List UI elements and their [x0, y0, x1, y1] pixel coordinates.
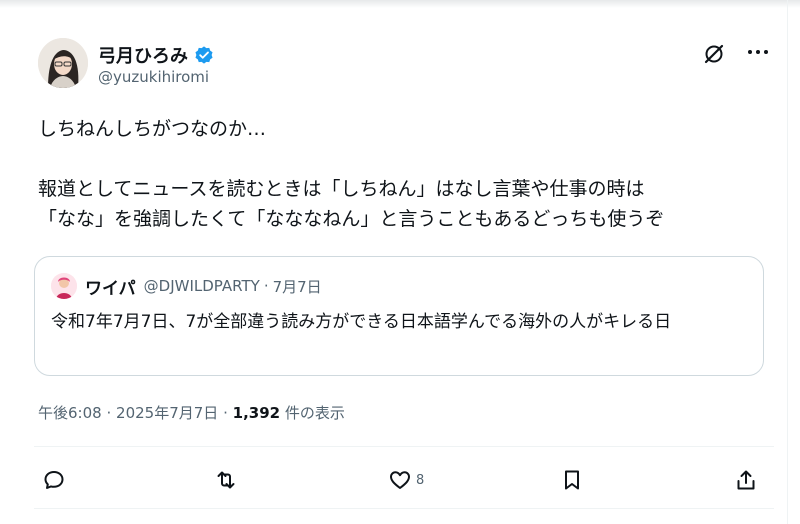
reply-icon — [44, 471, 64, 489]
quote-avatar — [51, 273, 77, 299]
repost-icon — [217, 471, 235, 489]
tweet-text: しちねんしちがつなのか… 報道としてニュースを読むときは「しちねん」はなし言葉や… — [38, 114, 768, 234]
tweet-line: 「なな」を強調したくて「なななねん」と言うこともあるどっちも使うぞ — [38, 208, 665, 230]
more-options-icon[interactable] — [744, 40, 772, 64]
grok-icon[interactable] — [702, 42, 726, 66]
share-icon — [737, 470, 755, 490]
reply-button[interactable] — [42, 466, 66, 494]
meta-separator: · — [223, 404, 228, 422]
verified-badge-icon[interactable] — [194, 45, 214, 65]
like-button[interactable]: 8 — [388, 466, 424, 494]
quote-separator: · — [263, 277, 269, 295]
meta-divider — [34, 446, 774, 447]
quote-body: 令和7年7月7日、7が全部違う読み方ができる日本語学んでる海外の人がキレる日 — [51, 312, 672, 332]
views-count: 1,392 — [232, 404, 281, 422]
tweet-time[interactable]: 午後6:08 — [38, 404, 102, 422]
meta-separator: · — [106, 404, 112, 422]
tweet-line: しちねんしちがつなのか… — [38, 118, 267, 140]
like-count: 8 — [416, 472, 425, 488]
author-avatar[interactable] — [38, 38, 88, 88]
tweet-line: 報道としてニュースを読むときは「しちねん」はなし言葉や仕事の時は — [38, 178, 645, 200]
tweet-card: 弓月ひろみ @yuzukihiromi しちねんしちがつなのか… 報道としてニュ… — [0, 0, 800, 524]
tweet-header: 弓月ひろみ @yuzukihiromi — [38, 38, 778, 94]
author-name-row: 弓月ひろみ — [98, 42, 214, 68]
tweet-meta: 午後6:08 · 2025年7月7日 · 1,392 件の表示 — [38, 402, 345, 423]
views-label: 件の表示 — [284, 404, 345, 422]
share-button[interactable] — [734, 466, 758, 494]
bookmark-icon — [565, 470, 579, 490]
heart-icon — [390, 471, 410, 489]
quote-header: ワイパ @DJWILDPARTY · 7月7日 — [51, 273, 322, 299]
bookmark-button[interactable] — [560, 466, 584, 494]
quote-handle: @DJWILDPARTY — [143, 277, 260, 295]
quote-display-name: ワイパ — [85, 278, 136, 299]
column-border — [787, 0, 788, 524]
bottom-divider — [34, 508, 774, 509]
author-handle[interactable]: @yuzukihiromi — [98, 68, 209, 86]
quote-date: 7月7日 — [272, 277, 322, 296]
author-display-name[interactable]: 弓月ひろみ — [98, 42, 188, 68]
action-bar: 8 — [0, 462, 800, 498]
repost-button[interactable] — [214, 466, 238, 494]
quoted-tweet[interactable]: ワイパ @DJWILDPARTY · 7月7日 令和7年7月7日、7が全部違う読… — [34, 256, 764, 376]
tweet-date[interactable]: 2025年7月7日 — [116, 404, 218, 422]
top-separator — [0, 0, 800, 8]
